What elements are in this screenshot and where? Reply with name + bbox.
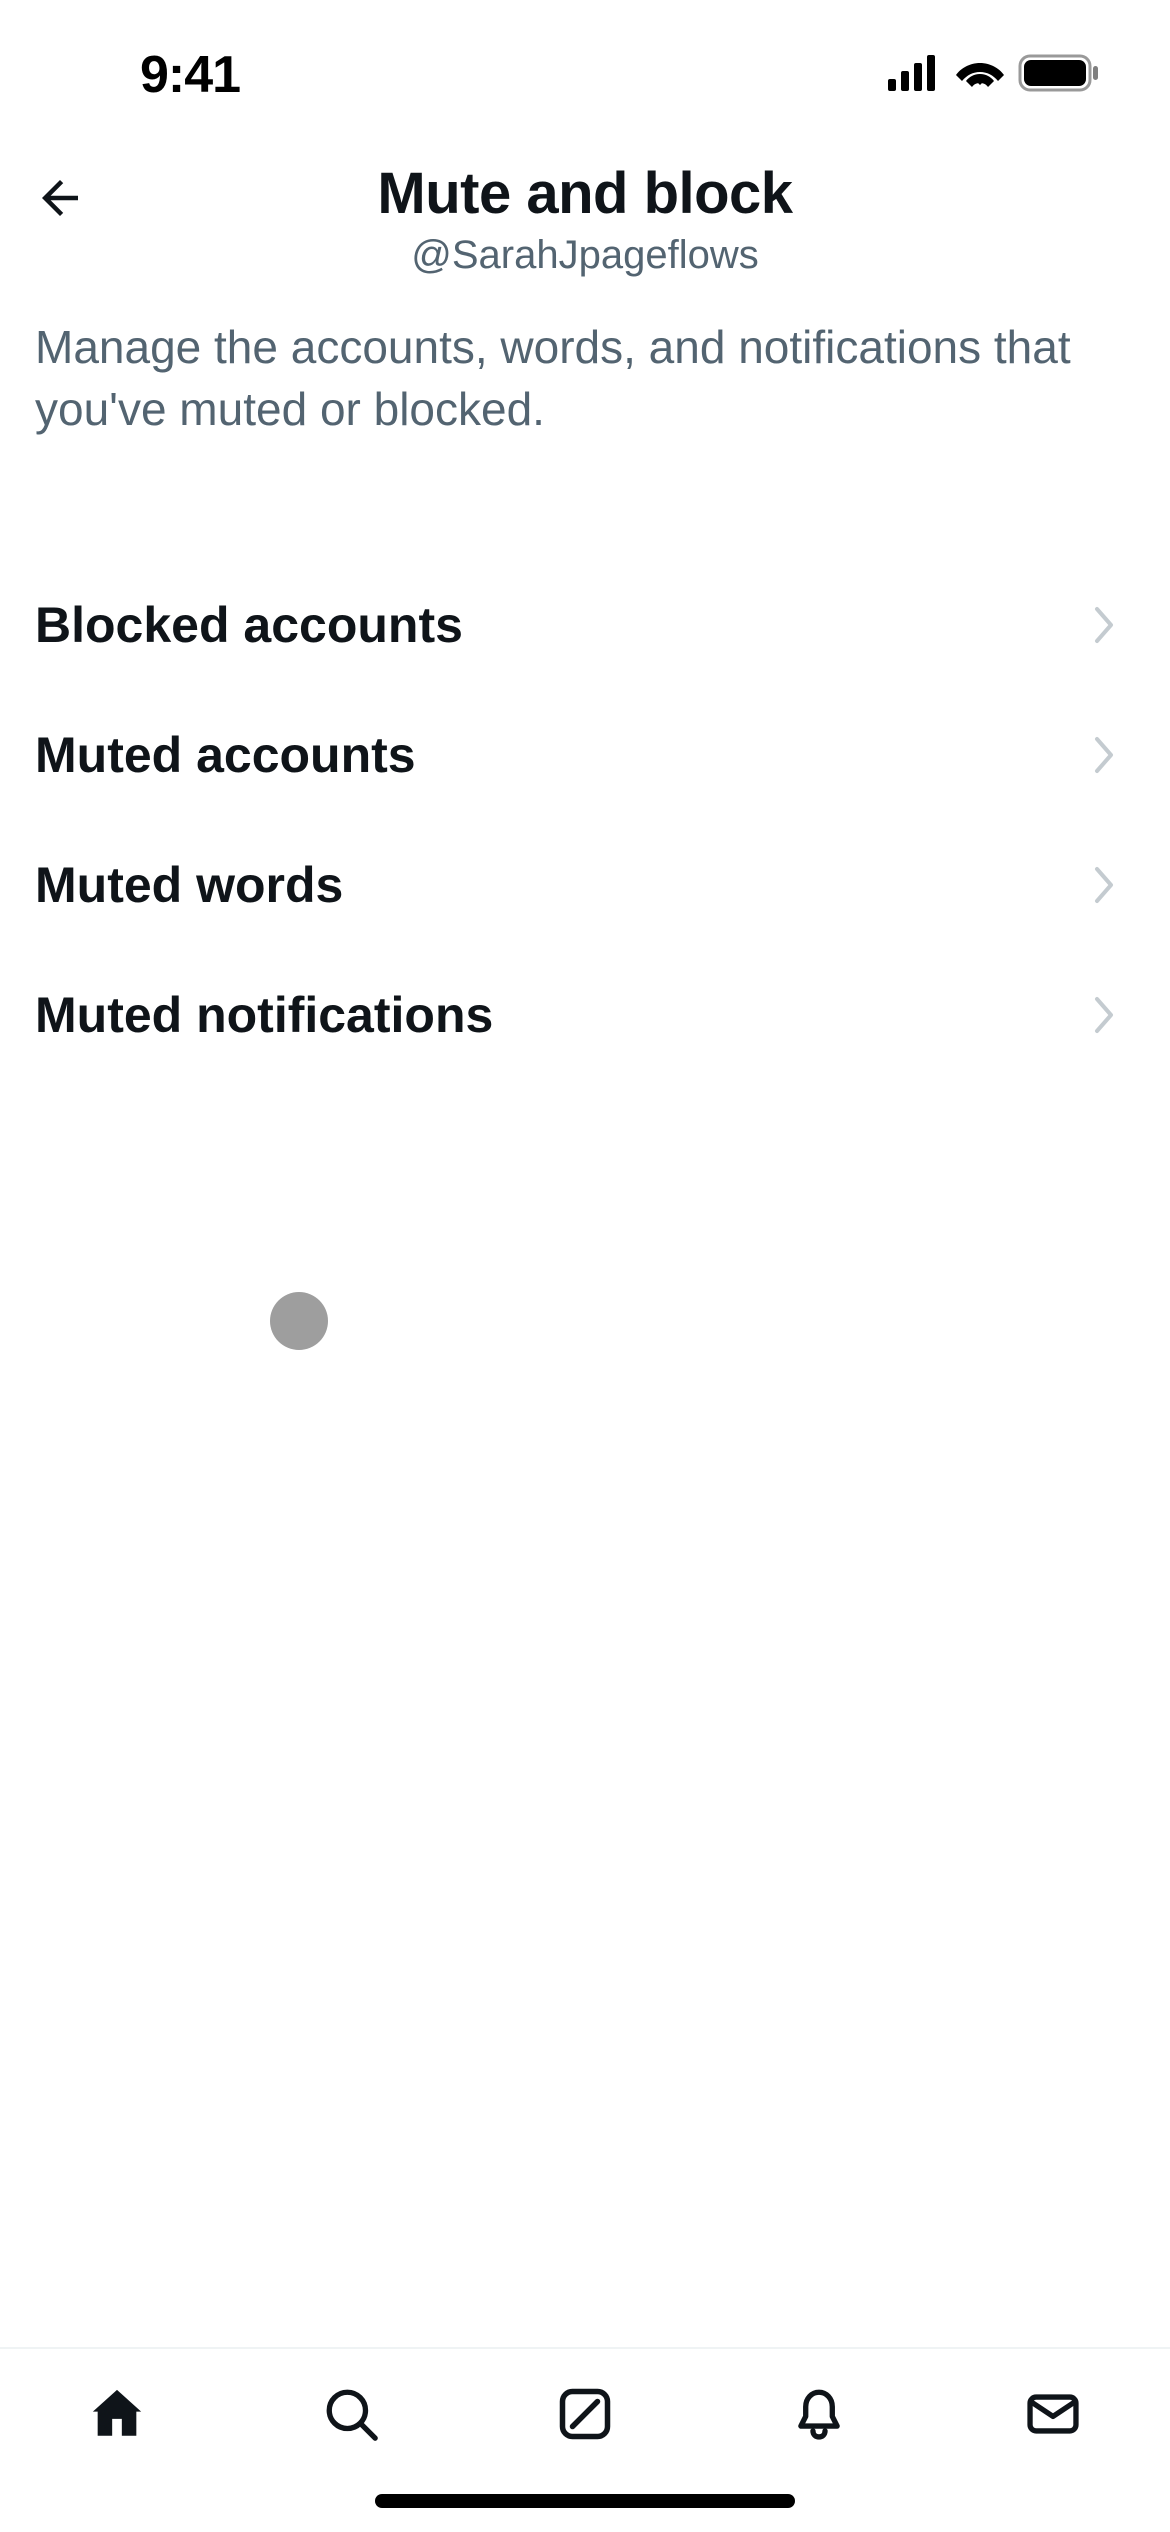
cellular-signal-icon (888, 55, 942, 96)
search-icon (322, 2385, 380, 2443)
chevron-right-icon (1085, 605, 1125, 645)
settings-item-muted-notifications[interactable]: Muted notifications (0, 950, 1170, 1080)
envelope-icon (1024, 2385, 1082, 2443)
bottom-nav (0, 2347, 1170, 2532)
settings-label: Blocked accounts (35, 596, 463, 654)
chevron-right-icon (1085, 735, 1125, 775)
settings-label: Muted accounts (35, 726, 416, 784)
arrow-left-icon (33, 171, 87, 225)
home-icon (88, 2385, 146, 2443)
compose-icon (555, 2384, 615, 2444)
bell-icon (790, 2385, 848, 2443)
status-bar: 9:41 (0, 0, 1170, 130)
page-description: Manage the accounts, words, and notifica… (0, 288, 1170, 480)
status-icons (888, 54, 1100, 97)
settings-item-muted-words[interactable]: Muted words (0, 820, 1170, 950)
nav-notifications[interactable] (784, 2379, 854, 2449)
page-title: Mute and block (377, 160, 792, 227)
nav-search[interactable] (316, 2379, 386, 2449)
battery-icon (1018, 54, 1100, 97)
nav-compose[interactable] (550, 2379, 620, 2449)
nav-home[interactable] (82, 2379, 152, 2449)
settings-item-muted-accounts[interactable]: Muted accounts (0, 690, 1170, 820)
nav-messages[interactable] (1018, 2379, 1088, 2449)
chevron-right-icon (1085, 865, 1125, 905)
wifi-icon (956, 55, 1004, 96)
home-indicator[interactable] (375, 2494, 795, 2508)
settings-label: Muted words (35, 856, 343, 914)
status-time: 9:41 (140, 45, 240, 105)
back-button[interactable] (30, 168, 90, 228)
touch-indicator (270, 1292, 328, 1350)
header: Mute and block @SarahJpageflows (0, 130, 1170, 288)
settings-label: Muted notifications (35, 986, 493, 1044)
settings-list: Blocked accounts Muted accounts Muted wo… (0, 480, 1170, 1080)
page-subtitle: @SarahJpageflows (411, 233, 758, 278)
settings-item-blocked-accounts[interactable]: Blocked accounts (0, 560, 1170, 690)
chevron-right-icon (1085, 995, 1125, 1035)
